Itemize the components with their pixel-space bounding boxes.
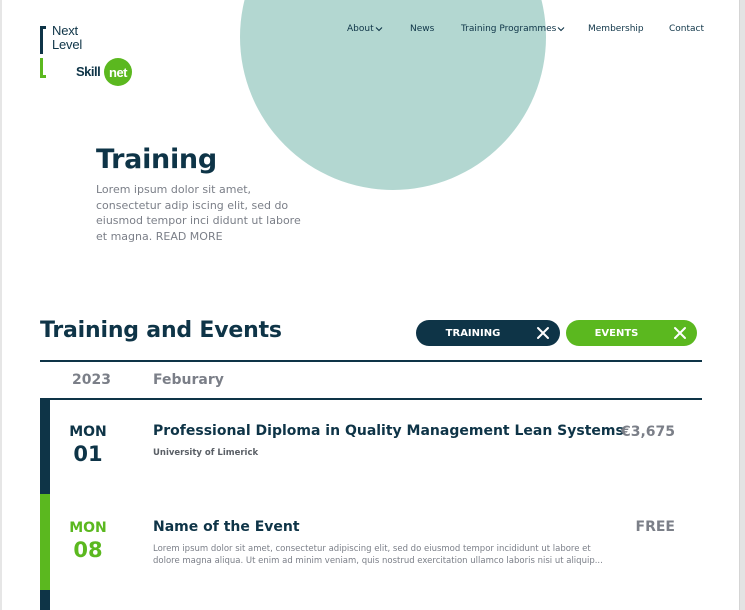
nav-item-contact[interactable]: Contact (669, 24, 704, 34)
event-row[interactable] (40, 590, 702, 610)
section-divider (40, 360, 702, 362)
event-category-bar (40, 590, 50, 610)
event-day-name: MON (69, 520, 107, 536)
logo-bracket-tick (40, 26, 46, 29)
nav-item-label: About (347, 24, 374, 34)
event-description: Lorem ipsum dolor sit amet, consectetur … (153, 544, 603, 566)
filter-chip-events[interactable]: EVENTS (566, 320, 697, 346)
logo-bracket-bottom-tick (40, 75, 46, 78)
nav-item-label: Membership (588, 24, 644, 34)
nav-item-membership[interactable]: Membership (588, 24, 644, 34)
event-day-number: 08 (73, 538, 103, 562)
year-label: 2023 (72, 372, 111, 388)
nav-item-news[interactable]: News (410, 24, 434, 34)
filter-chip-training[interactable]: TRAINING (416, 320, 560, 346)
chevron-down-icon (557, 27, 565, 32)
logo-wordmark: Next Level (52, 24, 82, 52)
hero-body: Lorem ipsum dolor sit amet, consectetur … (96, 183, 301, 243)
nav-item-label: Contact (669, 24, 705, 34)
section-title: Training and Events (40, 318, 282, 343)
event-row[interactable]: MON 01 Professional Diploma in Quality M… (40, 400, 702, 494)
event-title[interactable]: Name of the Event (153, 519, 300, 535)
event-price: FREE (635, 519, 675, 535)
event-day-number: 01 (73, 442, 103, 466)
month-label: Feburary (153, 372, 224, 388)
page-scrollbar[interactable] (739, 0, 745, 610)
nav-item-label: News (410, 24, 435, 34)
nav-item-training-programmes[interactable]: Training Programmes (461, 24, 565, 34)
filter-chip-label: EVENTS (594, 327, 639, 339)
close-icon[interactable] (536, 326, 550, 340)
site-logo[interactable]: Next Level Skill net (38, 24, 138, 88)
close-icon[interactable] (673, 326, 687, 340)
event-row[interactable]: MON 08 Name of the Event Lorem ipsum dol… (40, 494, 702, 590)
page-frame-left (0, 0, 2, 610)
nav-item-label: Training Programmes (461, 24, 557, 34)
logo-line1: Next (52, 23, 78, 38)
chevron-down-icon (375, 27, 382, 32)
event-title[interactable]: Professional Diploma in Quality Manageme… (153, 423, 624, 439)
hero-title: Training (96, 144, 217, 175)
logo-line2: Level (52, 37, 83, 52)
event-provider: University of Limerick (153, 448, 259, 458)
filter-chip-label: TRAINING (445, 327, 501, 339)
event-day-name: MON (69, 424, 107, 440)
nav-item-about[interactable]: About (347, 24, 383, 34)
logo-bracket-top (40, 26, 43, 54)
logo-skill: Skill (76, 64, 101, 79)
logo-net-badge: net (104, 58, 132, 86)
event-price: €3,675 (620, 424, 675, 440)
